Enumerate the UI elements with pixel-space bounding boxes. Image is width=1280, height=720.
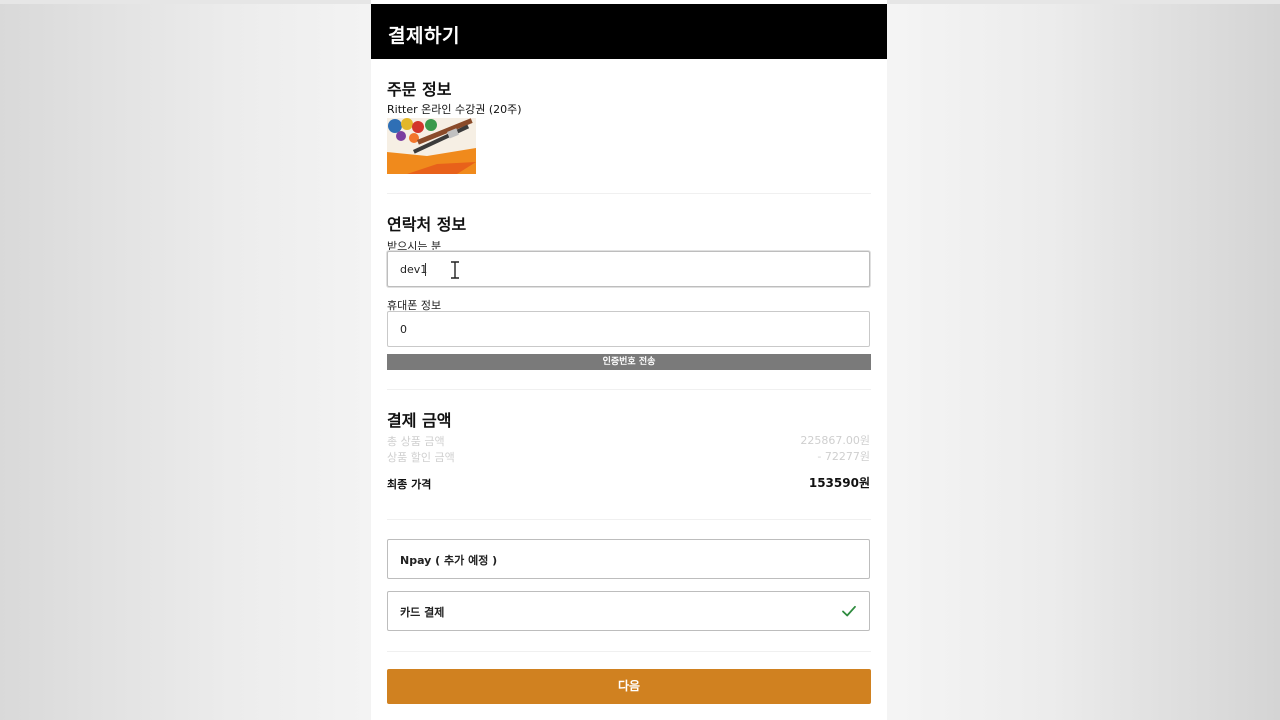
page-title: 결제하기	[388, 25, 460, 47]
contact-section-title: 연락처 정보	[387, 215, 467, 234]
check-icon	[842, 605, 856, 617]
next-button[interactable]: 다음	[387, 669, 871, 704]
final-price-label: 최종 가격	[387, 478, 432, 491]
payment-method-label: Npay ( 추가 예정 )	[400, 554, 498, 567]
divider	[387, 519, 871, 520]
send-code-button[interactable]: 인증번호 전송	[387, 354, 871, 370]
product-thumbnail	[387, 118, 476, 174]
recipient-input[interactable]: dev1	[387, 251, 870, 287]
payment-method-card[interactable]: 카드 결제	[387, 591, 870, 631]
payment-method-label: 카드 결제	[400, 606, 445, 619]
paint-image-icon	[387, 118, 476, 174]
total-product-label: 총 상품 금액	[387, 435, 445, 448]
page-header: 결제하기	[371, 4, 887, 59]
divider	[387, 651, 871, 652]
order-section-title: 주문 정보	[387, 80, 452, 99]
recipient-value: dev1	[400, 263, 428, 276]
final-price-value: 153590원	[808, 476, 870, 490]
phone-value: 0	[400, 323, 407, 336]
discount-label: 상품 할인 금액	[387, 451, 455, 464]
text-cursor-icon	[451, 261, 459, 279]
divider	[387, 389, 871, 390]
phone-input[interactable]: 0	[387, 311, 870, 347]
checkout-panel: 결제하기 주문 정보 Ritter 온라인 수강권 (20주) 연락처 정보 받…	[371, 0, 887, 720]
text-caret	[425, 263, 426, 276]
divider	[387, 193, 871, 194]
total-product-value: 225867.00원	[800, 434, 870, 447]
discount-value: - 72277원	[817, 450, 870, 463]
product-name: Ritter 온라인 수강권 (20주)	[387, 103, 522, 116]
payment-method-npay[interactable]: Npay ( 추가 예정 )	[387, 539, 870, 579]
payment-section-title: 결제 금액	[387, 411, 452, 430]
